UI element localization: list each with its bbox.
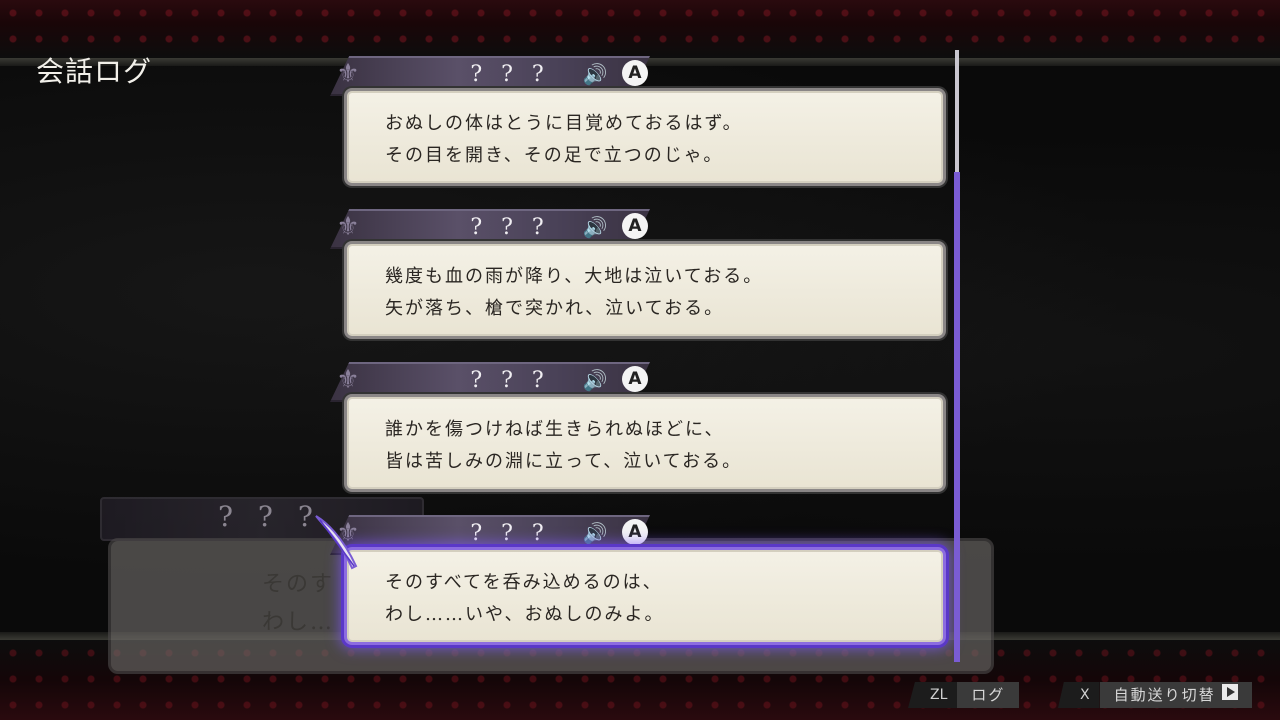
a-button-badge: A: [622, 60, 648, 86]
dialogue-line: わし……いや、おぬしのみよ。: [385, 604, 665, 625]
a-button-badge: A: [622, 366, 648, 392]
dialogue-text-panel-selected[interactable]: そのすべてを呑み込めるのは、 わし……いや、おぬしのみよ。: [344, 547, 946, 645]
voice-replay-icon[interactable]: 🔊: [582, 519, 608, 547]
speaker-name: ? ? ?: [470, 521, 550, 546]
dialogue-line: 矢が落ち、槍で突かれ、泣いておる。: [385, 298, 725, 319]
voice-replay-icon[interactable]: 🔊: [582, 60, 608, 88]
scrollbar-thumb[interactable]: [954, 172, 960, 662]
log-control[interactable]: ZL ログ: [908, 682, 1020, 708]
page-title: 会話ログ: [36, 55, 153, 88]
log-entry: ⚜ ? ? ? 🔊 A おぬしの体はとうに目覚めておるはず。 その目を開き、その…: [330, 56, 946, 186]
log-entry: ⚜ ? ? ? 🔊 A 誰かを傷つけねば生きられぬほどに、 皆は苦しみの淵に立っ…: [330, 362, 946, 492]
dialogue-line: 皆は苦しみの淵に立って、泣いておる。: [385, 451, 743, 472]
speaker-name: ? ? ?: [470, 368, 550, 393]
speaker-name: ? ? ?: [470, 215, 550, 240]
a-button-badge: A: [622, 519, 648, 545]
log-entry: ⚜ ? ? ? 🔊 A 幾度も血の雨が降り、大地は泣いておる。 矢が落ち、槍で突…: [330, 209, 946, 339]
log-entry-selected: ⚜ ? ? ? 🔊 A そのすべてを呑み込めるのは、 わし……いや、おぬしのみよ…: [330, 515, 946, 645]
voice-replay-icon[interactable]: 🔊: [582, 366, 608, 394]
background-speaker-name: ? ? ?: [218, 500, 321, 533]
top-decorative-band: [0, 0, 1280, 58]
background-dialogue-line: わし…: [262, 610, 335, 635]
quill-icon: [315, 515, 358, 570]
dialogue-line: おぬしの体はとうに目覚めておるはず。: [385, 113, 743, 134]
log-label: ログ: [957, 682, 1020, 708]
dialogue-line: その目を開き、その足で立つのじゃ。: [385, 145, 724, 166]
fleur-ornament-icon: ⚜: [336, 59, 360, 89]
dialogue-text-panel[interactable]: 誰かを傷つけねば生きられぬほどに、 皆は苦しみの淵に立って、泣いておる。: [344, 394, 946, 492]
zl-key-label: ZL: [908, 682, 958, 708]
voice-replay-icon[interactable]: 🔊: [582, 213, 608, 241]
dialogue-line: 誰かを傷つけねば生きられぬほどに、: [385, 419, 725, 440]
fleur-ornament-icon: ⚜: [336, 365, 360, 395]
auto-advance-text: 自動送り切替: [1113, 686, 1216, 704]
auto-advance-control[interactable]: X 自動送り切替: [1058, 682, 1252, 708]
dialogue-line: 幾度も血の雨が降り、大地は泣いておる。: [385, 266, 764, 287]
auto-advance-label: 自動送り切替: [1099, 682, 1252, 708]
dialogue-text-panel[interactable]: 幾度も血の雨が降り、大地は泣いておる。 矢が落ち、槍で突かれ、泣いておる。: [344, 241, 946, 339]
dialogue-text-panel[interactable]: おぬしの体はとうに目覚めておるはず。 その目を開き、その足で立つのじゃ。: [344, 88, 946, 186]
play-icon: [1221, 684, 1238, 700]
x-key-label: X: [1058, 682, 1100, 708]
a-button-badge: A: [622, 213, 648, 239]
fleur-ornament-icon: ⚜: [336, 212, 360, 242]
speaker-name: ? ? ?: [470, 62, 550, 87]
dialogue-line: そのすべてを呑み込めるのは、: [385, 572, 663, 593]
